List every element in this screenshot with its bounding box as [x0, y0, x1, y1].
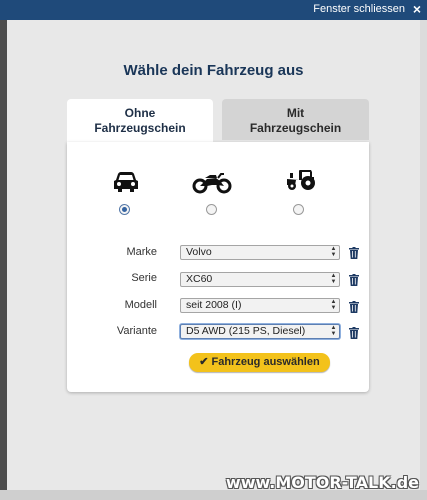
tractor-icon[interactable]	[285, 168, 317, 192]
trash-icon[interactable]	[349, 247, 359, 259]
modell-select-value: seit 2008 (I)	[186, 299, 242, 311]
serie-label: Serie	[131, 272, 157, 284]
marke-select-value: Volvo	[186, 246, 212, 258]
background-page-edge-right	[420, 20, 427, 500]
watermark: www.MOTOR-TALK.de	[225, 473, 419, 492]
trash-icon[interactable]	[349, 301, 359, 313]
select-arrows-icon: ▲ ▼	[330, 273, 337, 285]
variante-label: Variante	[116, 325, 157, 337]
select-vehicle-button[interactable]: ✔ Fahrzeug auswählen	[189, 353, 330, 372]
select-vehicle-button-label: Fahrzeug auswählen	[211, 356, 320, 368]
select-arrows-icon: ▲ ▼	[330, 299, 337, 311]
dialog-title: Wähle dein Fahrzeug aus	[123, 62, 304, 79]
tab-mit-fahrzeugschein[interactable]: Mit Fahrzeugschein	[222, 99, 369, 140]
vehicle-type-radio-tractor[interactable]	[293, 204, 304, 215]
variante-select[interactable]: D5 AWD (215 PS, Diesel) ▲ ▼	[180, 324, 340, 339]
tab-label-line2: Fahrzeugschein	[249, 121, 342, 135]
close-icon[interactable]: ×	[413, 1, 421, 17]
tab-label-line1: Mit	[286, 106, 305, 120]
trash-icon[interactable]	[349, 327, 359, 339]
serie-select[interactable]: XC60 ▲ ▼	[180, 272, 340, 287]
tab-label-line1: Ohne	[124, 106, 156, 120]
modell-label: Modell	[124, 299, 157, 311]
tab-label-line2: Fahrzeugschein	[94, 121, 186, 135]
variante-select-value: D5 AWD (215 PS, Diesel)	[186, 325, 306, 337]
serie-select-value: XC60	[186, 273, 213, 285]
marke-select[interactable]: Volvo ▲ ▼	[180, 245, 340, 260]
checkmark-icon: ✔	[199, 356, 209, 368]
trash-icon[interactable]	[349, 274, 359, 286]
vehicle-type-radio-motorcycle[interactable]	[206, 204, 217, 215]
marke-label: Marke	[126, 246, 157, 258]
select-arrows-icon: ▲ ▼	[330, 325, 337, 337]
tab-ohne-fahrzeugschein[interactable]: Ohne Fahrzeugschein	[67, 99, 213, 143]
modell-select[interactable]: seit 2008 (I) ▲ ▼	[180, 298, 340, 313]
background-page-edge	[0, 20, 7, 500]
close-window-link[interactable]: Fenster schliessen	[313, 3, 405, 15]
top-bar: Fenster schliessen ×	[0, 0, 427, 20]
car-icon[interactable]	[113, 171, 139, 193]
vehicle-type-radio-car[interactable]	[119, 204, 130, 215]
motorcycle-icon[interactable]	[192, 172, 232, 194]
select-arrows-icon: ▲ ▼	[330, 246, 337, 258]
